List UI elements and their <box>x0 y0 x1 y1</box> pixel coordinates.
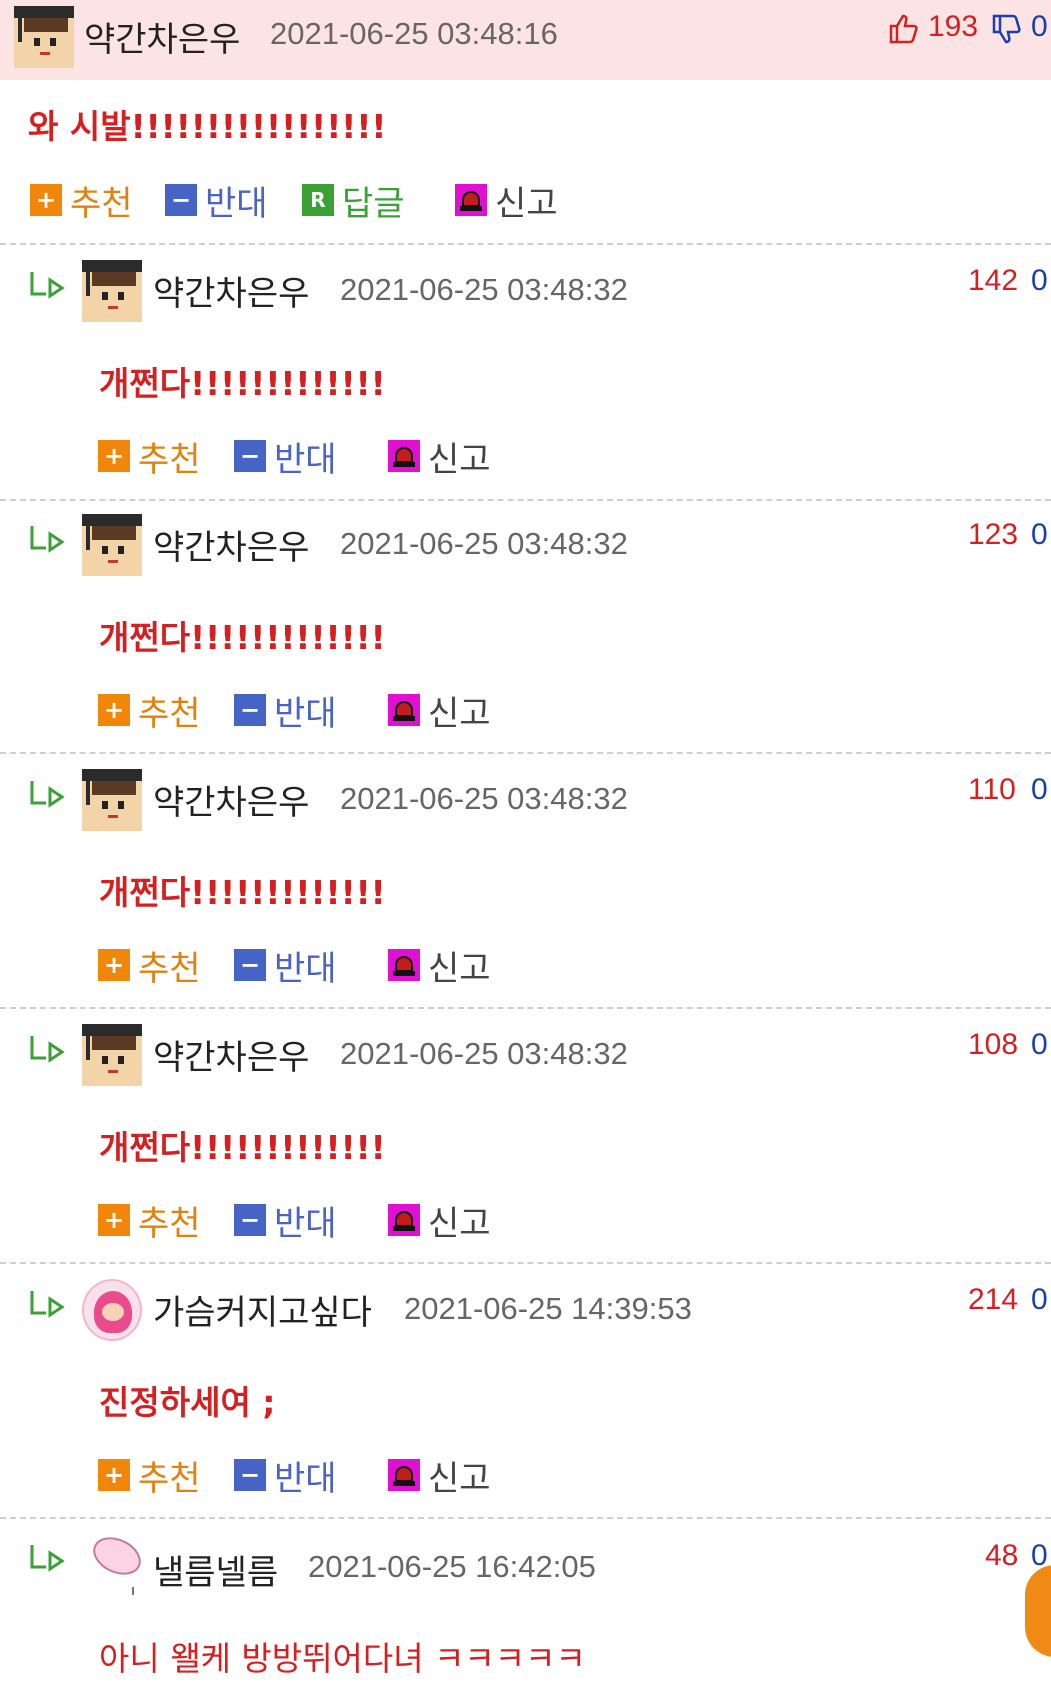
comment-message: 와 시발!!!!!!!!!!!!!!!!! <box>28 107 387 146</box>
reply-arrow-icon <box>30 1036 65 1063</box>
up-count: 110 <box>968 773 1016 806</box>
thumbs-up-icon[interactable] <box>888 12 918 44</box>
plus-icon: + <box>98 949 130 981</box>
downvote-button[interactable]: − 반대 <box>234 690 337 734</box>
reply-arrow-icon <box>30 1291 65 1318</box>
minus-icon: − <box>234 1459 266 1491</box>
up-count: 193 <box>928 10 979 43</box>
reply-icon: R <box>302 184 334 216</box>
downvote-button[interactable]: − 반대 <box>234 1200 337 1244</box>
comment-date: 2021-06-25 03:48:32 <box>340 272 628 307</box>
downvote-button[interactable]: − 반대 <box>234 1455 337 1499</box>
floating-action-button[interactable] <box>1025 1565 1051 1657</box>
up-count: 214 <box>968 1283 1019 1316</box>
siren-icon <box>388 949 420 981</box>
report-button[interactable]: 신고 <box>455 180 558 224</box>
plus-icon: + <box>30 184 62 216</box>
nickname[interactable]: 약간차은우 <box>153 520 309 569</box>
plus-icon: + <box>98 1459 130 1491</box>
up-count: 123 <box>968 518 1019 551</box>
downvote-button[interactable]: − 반대 <box>234 436 337 480</box>
divider <box>0 499 1051 501</box>
downvote-button[interactable]: − 반대 <box>165 180 268 224</box>
nickname[interactable]: 약간차은우 <box>84 12 240 61</box>
down-count: 0 <box>1031 10 1048 43</box>
avatar[interactable] <box>82 1024 142 1086</box>
avatar[interactable] <box>82 769 142 831</box>
avatar[interactable] <box>82 514 142 576</box>
minus-icon: − <box>234 440 266 472</box>
avatar[interactable] <box>82 260 142 322</box>
report-button[interactable]: 신고 <box>388 690 491 734</box>
comment-message: 개쩐다!!!!!!!!!!!!! <box>99 364 386 403</box>
siren-icon <box>455 184 487 216</box>
upvote-button[interactable]: + 추천 <box>98 690 201 734</box>
down-count: 0 <box>1031 773 1048 806</box>
up-count: 108 <box>968 1028 1019 1061</box>
nickname[interactable]: 약간차은우 <box>153 1030 309 1079</box>
upvote-button[interactable]: + 추천 <box>98 1200 201 1244</box>
comment-date: 2021-06-25 03:48:32 <box>340 526 628 561</box>
comment-date: 2021-06-25 03:48:32 <box>340 781 628 816</box>
comment-message: 개쩐다!!!!!!!!!!!!! <box>99 1128 386 1167</box>
minus-icon: − <box>234 1204 266 1236</box>
comment-message: 아니 왤케 방방뛰어다녀 ㅋㅋㅋㅋㅋ <box>99 1639 586 1678</box>
avatar[interactable] <box>82 1279 142 1341</box>
upvote-button[interactable]: + 추천 <box>98 945 201 989</box>
reply-button[interactable]: R 답글 <box>302 180 405 224</box>
avatar[interactable] <box>14 6 74 68</box>
plus-icon: + <box>98 694 130 726</box>
comment-message: 개쩐다!!!!!!!!!!!!! <box>99 618 386 657</box>
report-button[interactable]: 신고 <box>388 1455 491 1499</box>
divider <box>0 1517 1051 1519</box>
divider <box>0 752 1051 754</box>
comment-date: 2021-06-25 14:39:53 <box>404 1291 692 1326</box>
down-count: 0 <box>1031 264 1048 297</box>
report-button[interactable]: 신고 <box>388 945 491 989</box>
divider <box>0 1262 1051 1264</box>
report-button[interactable]: 신고 <box>388 436 491 480</box>
comment-message: 진정하세여 ; <box>99 1383 276 1422</box>
divider <box>0 1007 1051 1009</box>
up-count: 48 <box>985 1539 1019 1572</box>
avatar[interactable] <box>82 1533 142 1595</box>
nickname[interactable]: 약간차은우 <box>153 775 309 824</box>
plus-icon: + <box>98 1204 130 1236</box>
upvote-button[interactable]: + 추천 <box>98 1455 201 1499</box>
comment-date: 2021-06-25 03:48:16 <box>270 16 558 51</box>
comment-date: 2021-06-25 03:48:32 <box>340 1036 628 1071</box>
nickname[interactable]: 낼름넬름 <box>153 1545 278 1594</box>
up-count: 142 <box>968 264 1019 297</box>
down-count: 0 <box>1031 1283 1048 1316</box>
siren-icon <box>388 1204 420 1236</box>
minus-icon: − <box>165 184 197 216</box>
downvote-button[interactable]: − 반대 <box>234 945 337 989</box>
thumbs-down-icon[interactable] <box>991 14 1021 46</box>
divider <box>0 243 1051 245</box>
comment-message: 개쩐다!!!!!!!!!!!!! <box>99 873 386 912</box>
siren-icon <box>388 440 420 472</box>
reply-arrow-icon <box>30 272 65 299</box>
report-button[interactable]: 신고 <box>388 1200 491 1244</box>
nickname[interactable]: 가슴커지고싶다 <box>153 1285 372 1334</box>
reply-arrow-icon <box>30 781 65 808</box>
reply-arrow-icon <box>30 526 65 553</box>
reply-arrow-icon <box>30 1545 65 1572</box>
plus-icon: + <box>98 440 130 472</box>
siren-icon <box>388 694 420 726</box>
down-count: 0 <box>1031 518 1048 551</box>
upvote-button[interactable]: + 추천 <box>98 436 201 480</box>
comment-date: 2021-06-25 16:42:05 <box>308 1549 596 1584</box>
upvote-button[interactable]: + 추천 <box>30 180 133 224</box>
down-count: 0 <box>1031 1028 1048 1061</box>
nickname[interactable]: 약간차은우 <box>153 266 309 315</box>
minus-icon: − <box>234 694 266 726</box>
siren-icon <box>388 1459 420 1491</box>
minus-icon: − <box>234 949 266 981</box>
